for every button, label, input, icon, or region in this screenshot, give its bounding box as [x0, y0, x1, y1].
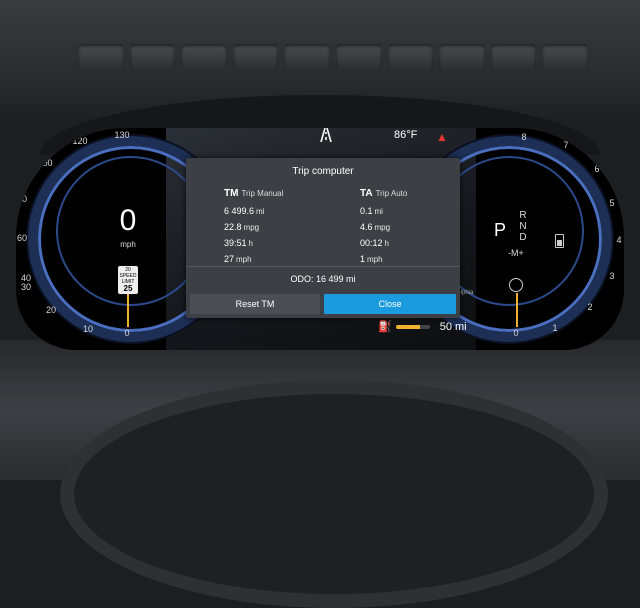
fuel-range: 50 mi: [439, 320, 467, 333]
rpm-tick: 7: [563, 140, 569, 150]
speed-tick: 60: [16, 233, 27, 243]
vent-slat: [78, 44, 124, 70]
gear-n: N: [519, 221, 527, 232]
speed-tick: 20: [45, 305, 56, 315]
steering-wheel: [60, 380, 608, 608]
gear-indicator: P: [494, 220, 507, 240]
speed-tick: 120: [72, 136, 88, 146]
speed-limit-value: 25: [123, 284, 133, 293]
rpm-tick: 1: [552, 323, 558, 333]
vent-slat: [129, 44, 176, 70]
odometer-value: 16 499 mi: [316, 274, 356, 284]
ta-economy-value: 4.6: [360, 222, 373, 232]
speed-limit-sign: 20 SPEED LIMIT 25: [118, 266, 138, 294]
driver-assist-icon: [509, 278, 523, 292]
instrument-cluster: 0 10 20 30 40 60 80 100 120 130 0 mph 20…: [16, 128, 624, 350]
trip-manual-name: Trip Manual: [241, 189, 284, 198]
speed-tick: 30: [20, 282, 31, 292]
vent-slat: [232, 44, 279, 70]
tm-economy: 22.8 mpg: [224, 219, 283, 235]
tm-avg-speed: 27 mph: [224, 251, 283, 267]
rpm-needle: [516, 293, 518, 327]
ta-distance-value: 0.1: [360, 206, 373, 216]
drive-mode: -M+: [508, 248, 524, 258]
road-icon: [320, 128, 332, 142]
dialog-title: Trip computer: [292, 166, 354, 177]
tm-avg-speed-unit: mph: [236, 255, 252, 264]
ta-economy: 4.6 mpg: [360, 219, 407, 235]
rpm-tick: 4: [616, 235, 622, 245]
tm-distance-value: 6 499.6: [224, 206, 255, 216]
close-button[interactable]: Close: [324, 294, 456, 314]
gear-d: D: [519, 232, 527, 243]
trip-auto-code: TA: [360, 188, 373, 199]
trip-auto-name: Trip Auto: [375, 189, 408, 198]
vent-slat: [335, 44, 382, 70]
dialog-divider: [186, 266, 460, 267]
rpm-tick: 2: [587, 302, 593, 312]
tm-economy-value: 22.8: [224, 222, 242, 232]
gear-r: R: [519, 210, 527, 221]
fuel-level-bar: [395, 324, 430, 329]
speed-tick: 40: [20, 273, 31, 283]
trip-auto-column: TA Trip Auto 0.1 mi 4.6 mpg 00:12 h 1 mph: [360, 188, 407, 267]
speed-needle: [127, 293, 129, 327]
reset-tm-button[interactable]: Reset TM: [190, 294, 320, 314]
tm-avg-speed-value: 27: [224, 254, 235, 264]
ta-distance-unit: mi: [374, 207, 383, 216]
ta-avg-speed: 1 mph: [360, 251, 407, 267]
vent-slat: [439, 44, 485, 70]
tm-time-unit: h: [248, 239, 253, 248]
trip-manual-column: TM Trip Manual 6 499.6 mi 22.8 mpg 39:51 h 2…: [224, 188, 283, 267]
vent-slat: [542, 44, 588, 70]
tm-distance: 6 499.6 mi: [224, 203, 283, 219]
ta-time-value: 00:12: [360, 238, 383, 248]
rpm-tick: 3: [609, 271, 615, 281]
rpm-tick: 5: [609, 198, 615, 208]
battery-icon: [555, 234, 564, 248]
trip-auto-header: TA Trip Auto: [360, 188, 407, 199]
tm-time: 39:51 h: [224, 235, 283, 251]
vent-slat: [387, 44, 434, 70]
speed-tick: 0: [124, 328, 130, 338]
current-speed: 0: [119, 204, 137, 237]
odometer: ODO: 16 499 mi: [186, 274, 460, 284]
odometer-label: ODO:: [290, 274, 314, 284]
rpm-tick: 8: [521, 132, 527, 142]
seatbelt-warning-icon: ▲: [436, 130, 448, 144]
gear-list: R N D: [516, 210, 530, 243]
outside-temperature: 86°F: [394, 129, 418, 141]
ta-time-unit: h: [384, 239, 389, 248]
ta-economy-unit: mpg: [374, 223, 391, 232]
tm-economy-unit: mpg: [243, 223, 260, 232]
tm-time-value: 39:51: [224, 238, 247, 248]
rpm-tick: 6: [594, 164, 600, 174]
tm-distance-unit: mi: [256, 207, 265, 216]
rpm-tick: 0: [513, 328, 519, 338]
ta-avg-speed-value: 1: [360, 254, 366, 264]
air-vent-row: [78, 44, 588, 70]
speed-tick: 10: [82, 324, 93, 334]
ta-time: 00:12 h: [360, 235, 407, 251]
trip-manual-header: TM Trip Manual: [224, 188, 283, 199]
vent-slat: [490, 44, 537, 70]
vent-slat: [181, 44, 227, 70]
ta-distance: 0.1 mi: [360, 203, 407, 219]
speed-tick: 100: [37, 158, 53, 168]
ta-avg-speed-unit: mph: [367, 255, 383, 264]
speed-tick: 130: [114, 130, 130, 140]
trip-computer-dialog: Trip computer TM Trip Manual 6 499.6 mi 22…: [186, 158, 460, 318]
trip-manual-code: TM: [224, 188, 239, 199]
fuel-status: ⛽ 50 mi: [378, 320, 467, 334]
vent-slat: [284, 44, 330, 70]
fuel-pump-icon: ⛽: [378, 321, 392, 333]
speed-unit: mph: [120, 240, 136, 249]
speed-tick: 80: [16, 194, 27, 204]
